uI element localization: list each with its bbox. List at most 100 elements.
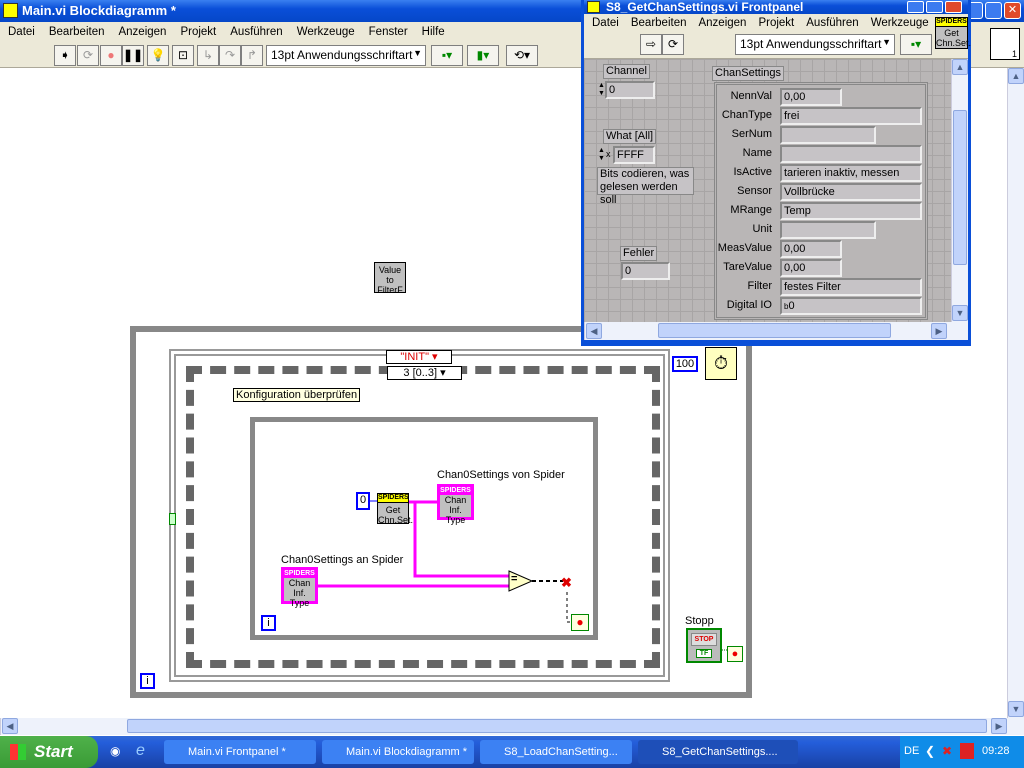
chevron-down-icon: ▼ (882, 37, 891, 47)
quicklaunch-ie-icon[interactable]: e (136, 742, 145, 760)
what-input[interactable]: FFFF (613, 146, 655, 164)
chansettings-field-label: MeasValue (717, 242, 772, 254)
chansettings-field-value: Vollbrücke (780, 183, 922, 201)
chansettings-field-label: SerNum (731, 128, 772, 140)
task-main-frontpanel[interactable]: Main.vi Frontpanel * (164, 740, 316, 764)
chansettings-field-label: NennVal (730, 90, 772, 102)
fp-vscroll-thumb[interactable] (953, 110, 967, 265)
fp-horizontal-scrollbar[interactable]: ◀ ▶ (584, 322, 968, 340)
windows-logo-icon (10, 744, 26, 760)
fp-close-button[interactable] (945, 1, 962, 13)
tray-acrobat-icon[interactable] (960, 743, 974, 759)
scroll-down-icon[interactable]: ▼ (952, 305, 968, 321)
chansettings-label: ChanSettings (712, 66, 785, 81)
fp-vi-title-icon (587, 1, 600, 13)
clock: 09:28 (982, 745, 1010, 757)
indicator-label: Chan0Settings von Spider (437, 469, 565, 481)
chansettings-field-label: Sensor (737, 185, 772, 197)
outer-loop-condition[interactable]: ● (727, 646, 743, 662)
fp-menu-projekt[interactable]: Projekt (758, 17, 794, 29)
channel-spinner-icon[interactable]: ▲ ▼ (598, 82, 605, 98)
fp-title: S8_GetChanSettings.vi Frontpanel (606, 0, 804, 14)
chansettings-field-value (780, 145, 922, 163)
task-main-blockdiagram[interactable]: Main.vi Blockdiagramm * (322, 740, 474, 764)
tray-network-icon[interactable]: ✖ (942, 744, 952, 758)
fp-run-arrow-icon[interactable]: ⇨ (640, 34, 662, 55)
fp-menu-ausfuehren[interactable]: Ausführen (806, 17, 858, 29)
chansettings-field-label: Name (742, 147, 772, 159)
fehler-label: Fehler (620, 246, 658, 261)
chansettings-field-label: Filter (747, 280, 772, 292)
fp-run-continuously-icon[interactable]: ⟳ (662, 34, 684, 55)
chansettings-field-value: festes Filter (780, 278, 922, 296)
what-radix[interactable]: x (606, 149, 611, 159)
language-indicator[interactable]: DE (904, 745, 919, 757)
task-getchansettings[interactable]: S8_GetChanSettings.... (638, 740, 798, 764)
field-value-text: Temp (784, 205, 811, 217)
chansettings-field-label: Unit (752, 223, 772, 235)
chansettings-field-label: Digital IO (726, 299, 772, 311)
stop-label: Stopp (685, 615, 714, 627)
chansettings-field-value: b0 (780, 297, 922, 315)
chan0settings-control[interactable]: SPIDERS Chan Inf. Type (281, 567, 318, 608)
fp-toolbar: ⇨ ⟳ 13pt Anwendungsschriftart ▼ ▪▾ (584, 31, 968, 59)
chansettings-field-label: ChanType (721, 109, 772, 121)
error-cross-icon: ✖ (561, 575, 572, 590)
stop-button-terminal[interactable]: STOP TF (686, 628, 722, 663)
scroll-left-icon[interactable]: ◀ (586, 323, 602, 339)
chansettings-field-value: Temp (780, 202, 922, 220)
fp-menu-anzeigen[interactable]: Anzeigen (698, 17, 746, 29)
fp-align-objects-icon[interactable]: ▪▾ (900, 34, 932, 55)
fp-vi-icon[interactable]: SPIDERS Get Chn.Set. (935, 17, 971, 49)
chansettings-field-value: frei (780, 107, 922, 125)
start-button[interactable]: Start (0, 736, 98, 768)
chansettings-field-label: IsActive (733, 166, 772, 178)
equals-label: = (511, 573, 518, 585)
chansettings-field-value (780, 221, 876, 239)
inner-loop-condition[interactable]: ● (571, 614, 589, 631)
fp-minimize-button[interactable] (907, 1, 924, 13)
control-label: Chan0Settings an Spider (281, 554, 404, 566)
field-value-text: tarieren inaktiv, messen (784, 167, 900, 179)
channel-constant[interactable]: 0 (356, 492, 370, 510)
field-value-text: 0,00 (784, 243, 806, 255)
field-value-text: frei (784, 110, 800, 122)
inner-iteration-terminal: i (261, 615, 276, 631)
fp-vertical-scrollbar[interactable]: ▲ ▼ (951, 59, 968, 322)
what-label: What [All] (603, 129, 657, 144)
quicklaunch-desktop-icon[interactable]: ◉ (110, 744, 120, 758)
chansettings-field-value: 0,00 (780, 240, 842, 258)
field-value-text: festes Filter (784, 281, 841, 293)
fp-panel-canvas[interactable]: Channel ▲ ▼ 0 What [All] ▲ ▼ x FFFF Bits c… (584, 59, 951, 322)
chansettings-field-label: TareValue (723, 261, 772, 273)
scroll-right-icon[interactable]: ▶ (931, 323, 947, 339)
chansettings-field-value (780, 126, 876, 144)
field-value-text: 0,00 (784, 91, 806, 103)
scroll-up-icon[interactable]: ▲ (952, 59, 968, 75)
tray-expand-icon[interactable]: ❮ (925, 744, 935, 758)
fp-font-select[interactable]: 13pt Anwendungsschriftart ▼ (735, 34, 895, 55)
chansettings-field-value: 0,00 (780, 88, 842, 106)
outer-iteration-terminal: i (140, 673, 155, 689)
field-value-text: Vollbrücke (784, 186, 835, 198)
what-spinner-icon[interactable]: ▲ ▼ (598, 147, 605, 163)
system-tray: DE ❮ ✖ 09:28 (900, 736, 1024, 768)
fp-hscroll-thumb[interactable] (658, 323, 891, 338)
get-chn-set-subvi[interactable]: SPIDERS Get Chn.Set. (377, 493, 413, 525)
taskbar: Start ◉ e Main.vi Frontpanel * Main.vi B… (0, 736, 1024, 768)
front-panel-window: S8_GetChanSettings.vi Frontpanel Datei B… (581, 0, 971, 346)
what-description: Bits codieren, was gelesen werden soll (597, 167, 694, 206)
chan0settings-indicator[interactable]: SPIDERS Chan Inf. Type (437, 484, 474, 525)
chansettings-field-value: 0,00 (780, 259, 842, 277)
fp-menu-datei[interactable]: Datei (592, 17, 619, 29)
field-value-text: 0,00 (784, 262, 806, 274)
fp-menu-bar: Datei Bearbeiten Anzeigen Projekt Ausfüh… (584, 14, 968, 31)
fp-maximize-button[interactable] (926, 1, 943, 13)
fp-menu-bearbeiten[interactable]: Bearbeiten (631, 17, 687, 29)
spiders-header: SPIDERS (378, 494, 409, 503)
task-loadchansettings[interactable]: S8_LoadChanSetting... (480, 740, 632, 764)
fp-menu-werkzeuge[interactable]: Werkzeuge (871, 17, 929, 29)
channel-label: Channel (603, 64, 650, 79)
field-value-text: 0 (788, 300, 795, 312)
channel-input[interactable]: 0 (605, 81, 655, 99)
